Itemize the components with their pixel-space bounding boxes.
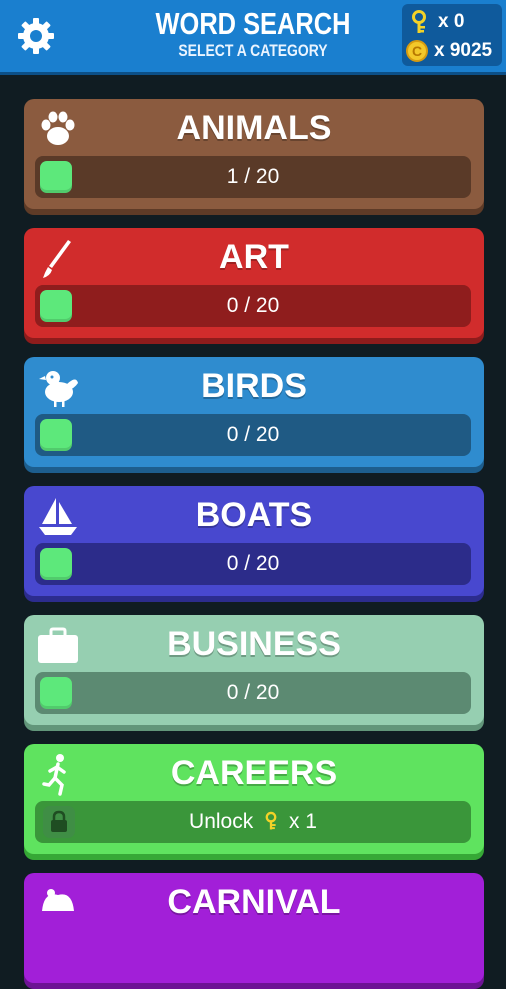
progress-label: 0 / 20 (226, 681, 280, 704)
currency-panel: x 0 C x 9025 (402, 4, 502, 66)
coins-count: x 9025 (434, 40, 493, 61)
progress-label: 0 / 20 (226, 423, 280, 446)
category-card-birds[interactable]: BIRDS 0 / 20 (24, 357, 484, 473)
category-card-carnival[interactable]: CARNIVAL (24, 873, 484, 989)
coin-icon: C (406, 40, 428, 62)
category-title: BIRDS (201, 367, 307, 405)
unlock-text: Unlock (189, 810, 254, 833)
key-icon (265, 811, 277, 830)
progress-bar: 0 / 20 (35, 543, 471, 585)
category-card-animals[interactable]: ANIMALS 1 / 20 (24, 99, 484, 215)
category-title: ART (219, 238, 289, 276)
category-card-business[interactable]: BUSINESS 0 / 20 (24, 615, 484, 731)
progress-label: 0 / 20 (226, 294, 280, 317)
category-card-careers[interactable]: CAREERS Unlock x 1 (24, 744, 484, 860)
category-title: CARNIVAL (167, 883, 341, 921)
top-bar: WORD SEARCH SELECT A CATEGORY x 0 C x 90… (0, 0, 506, 72)
category-title: CAREERS (170, 754, 338, 792)
unlock-label: Unlock x 1 (35, 801, 471, 843)
category-title: BOATS (195, 496, 313, 534)
key-icon (412, 10, 426, 33)
keys-count: x 0 (438, 11, 465, 32)
unlock-bar[interactable]: Unlock x 1 (35, 801, 471, 843)
category-title: BUSINESS (167, 625, 341, 663)
keys-counter: x 0 (406, 9, 464, 35)
progress-bar: 0 / 20 (35, 672, 471, 714)
category-card-boats[interactable]: BOATS 0 / 20 (24, 486, 484, 602)
category-card-art[interactable]: ART 0 / 20 (24, 228, 484, 344)
progress-bar: 0 / 20 (35, 285, 471, 327)
progress-bar: 0 / 20 (35, 414, 471, 456)
progress-bar: 1 / 20 (35, 156, 471, 198)
unlock-cost: x 1 (288, 810, 317, 833)
page-subtitle: SELECT A CATEGORY (178, 41, 328, 60)
progress-label: 0 / 20 (226, 552, 280, 575)
page-title: WORD SEARCH (155, 6, 351, 41)
coins-counter: C x 9025 (406, 38, 492, 64)
progress-label: 1 / 20 (226, 165, 280, 188)
category-title: ANIMALS (176, 109, 332, 147)
